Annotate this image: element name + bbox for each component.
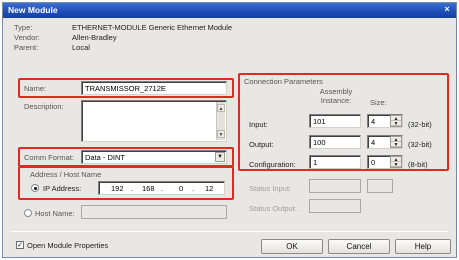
output-instance-value: 100 <box>313 138 326 147</box>
config-size-unit: (8-bit) <box>408 160 428 169</box>
config-size-value: 0 <box>371 158 376 167</box>
description-scrollbar[interactable]: ▲ ▼ <box>216 102 225 140</box>
status-output-field[interactable] <box>309 199 361 213</box>
input-row-label: Input: <box>249 120 268 129</box>
scroll-up-icon[interactable]: ▲ <box>217 104 225 112</box>
input-instance-value: 101 <box>313 117 326 126</box>
config-size-spinner[interactable]: ▲ ▼ <box>390 156 402 168</box>
vendor-value: Allen-Bradley <box>72 33 117 42</box>
address-group-label: Address / Host Name <box>30 170 102 179</box>
type-label: Type: <box>14 23 33 32</box>
chevron-down-icon[interactable]: ▼ <box>215 152 225 162</box>
status-input-size-field[interactable] <box>367 179 393 193</box>
status-input-label: Status Input: <box>249 184 292 193</box>
host-name-radio[interactable] <box>24 209 32 217</box>
description-label: Description: <box>24 102 64 111</box>
ip-dot-2: . <box>161 184 164 193</box>
parent-label: Parent: <box>14 43 39 52</box>
new-module-dialog: New Module × Type: ETHERNET-MODULE Gener… <box>2 2 457 258</box>
output-size-unit: (32-bit) <box>408 140 432 149</box>
col-size-header: Size: <box>370 98 387 107</box>
input-size-unit: (32-bit) <box>408 120 432 129</box>
description-textarea[interactable]: ▲ ▼ <box>81 100 227 142</box>
ok-button[interactable]: OK <box>261 239 323 254</box>
open-properties-label: Open Module Properties <box>27 241 109 250</box>
spin-down-icon[interactable]: ▼ <box>391 142 401 148</box>
ip-dot-3: . <box>192 184 195 193</box>
connection-group-label: Connection Parameters <box>244 77 323 86</box>
footer-separator <box>11 231 448 232</box>
help-button[interactable]: Help <box>395 239 451 254</box>
comm-format-label: Comm Format: <box>24 153 75 162</box>
input-instance-field[interactable]: 101 <box>309 114 361 128</box>
close-icon[interactable]: × <box>442 4 452 14</box>
comm-format-value: Data - DINT <box>85 153 126 162</box>
col-instance-header: Assembly Instance: <box>319 87 353 105</box>
window-title: New Module <box>8 5 58 15</box>
status-output-label: Status Output: <box>249 204 297 213</box>
output-instance-field[interactable]: 100 <box>309 135 361 149</box>
ip-octet-4: 12 <box>205 184 214 193</box>
config-row-label: Configuration: <box>249 160 296 169</box>
ip-address-input[interactable]: 192 . 168 . 0 . 12 <box>98 181 225 195</box>
name-input[interactable]: TRANSMISSOR_2712E <box>81 81 227 95</box>
name-label: Name: <box>24 84 47 93</box>
spin-down-icon[interactable]: ▼ <box>391 121 401 127</box>
spin-down-icon[interactable]: ▼ <box>391 162 401 168</box>
vendor-label: Vendor: <box>14 33 40 42</box>
title-bar[interactable]: New Module × <box>3 3 456 18</box>
config-instance-value: 1 <box>313 158 318 167</box>
output-size-spinner[interactable]: ▲ ▼ <box>390 136 402 148</box>
ip-address-radio[interactable] <box>31 184 39 192</box>
host-name-label: Host Name: <box>35 209 75 218</box>
ip-octet-3: 0 <box>179 184 184 193</box>
host-name-input[interactable] <box>81 205 227 219</box>
open-properties-checkbox[interactable]: ✓ <box>16 241 24 249</box>
parent-value: Local <box>72 43 90 52</box>
input-size-value: 4 <box>371 117 376 126</box>
status-input-field[interactable] <box>309 179 361 193</box>
input-size-spinner[interactable]: ▲ ▼ <box>390 115 402 127</box>
comm-format-select[interactable]: Data - DINT ▼ <box>81 150 227 164</box>
config-instance-field[interactable]: 1 <box>309 155 361 169</box>
ip-octet-1: 192 <box>111 184 124 193</box>
ip-dot-1: . <box>131 184 134 193</box>
output-row-label: Output: <box>249 140 274 149</box>
scroll-down-icon[interactable]: ▼ <box>217 130 225 138</box>
type-value: ETHERNET-MODULE Generic Ethernet Module <box>72 23 233 32</box>
output-size-value: 4 <box>371 138 376 147</box>
ip-octet-2: 168 <box>142 184 155 193</box>
name-input-value: TRANSMISSOR_2712E <box>85 84 166 93</box>
ip-address-label: IP Address: <box>43 184 82 193</box>
cancel-button[interactable]: Cancel <box>328 239 390 254</box>
